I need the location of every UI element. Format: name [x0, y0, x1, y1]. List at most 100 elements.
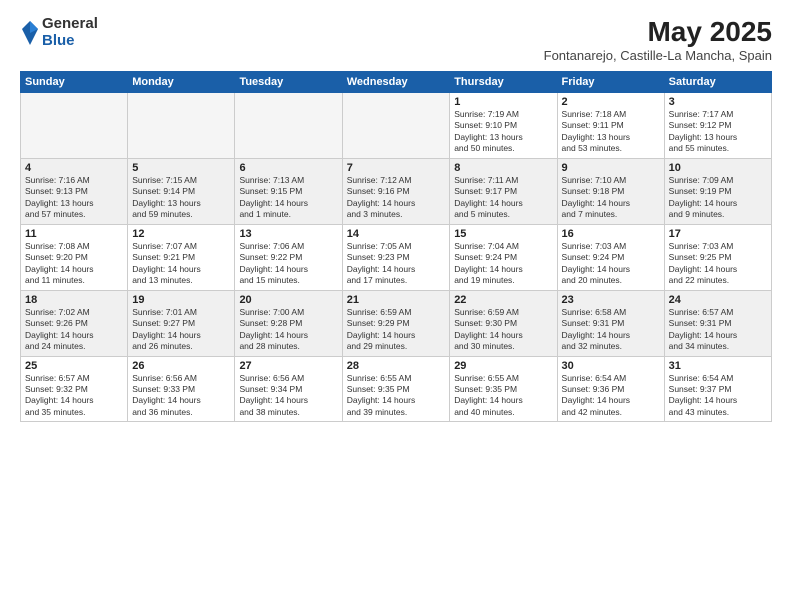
- day-info: Sunrise: 6:54 AM Sunset: 9:36 PM Dayligh…: [562, 373, 660, 419]
- day-number: 2: [562, 96, 660, 108]
- day-number: 5: [132, 162, 230, 174]
- day-number: 31: [669, 360, 767, 372]
- calendar-cell: 15Sunrise: 7:04 AM Sunset: 9:24 PM Dayli…: [450, 224, 557, 290]
- calendar-cell: [342, 93, 449, 159]
- day-number: 16: [562, 228, 660, 240]
- month-title: May 2025: [544, 16, 772, 48]
- day-info: Sunrise: 6:55 AM Sunset: 9:35 PM Dayligh…: [347, 373, 445, 419]
- logo: General Blue: [20, 16, 98, 49]
- calendar-cell: 25Sunrise: 6:57 AM Sunset: 9:32 PM Dayli…: [21, 356, 128, 422]
- day-number: 9: [562, 162, 660, 174]
- day-number: 22: [454, 294, 552, 306]
- calendar-cell: 18Sunrise: 7:02 AM Sunset: 9:26 PM Dayli…: [21, 290, 128, 356]
- calendar-table: Sunday Monday Tuesday Wednesday Thursday…: [20, 71, 772, 422]
- day-number: 18: [25, 294, 123, 306]
- day-info: Sunrise: 7:03 AM Sunset: 9:25 PM Dayligh…: [669, 241, 767, 287]
- day-info: Sunrise: 7:03 AM Sunset: 9:24 PM Dayligh…: [562, 241, 660, 287]
- day-info: Sunrise: 7:11 AM Sunset: 9:17 PM Dayligh…: [454, 175, 552, 221]
- day-info: Sunrise: 7:12 AM Sunset: 9:16 PM Dayligh…: [347, 175, 445, 221]
- calendar-cell: [235, 93, 342, 159]
- day-number: 20: [239, 294, 337, 306]
- day-info: Sunrise: 6:59 AM Sunset: 9:29 PM Dayligh…: [347, 307, 445, 353]
- calendar-cell: 10Sunrise: 7:09 AM Sunset: 9:19 PM Dayli…: [664, 158, 771, 224]
- calendar-cell: 7Sunrise: 7:12 AM Sunset: 9:16 PM Daylig…: [342, 158, 449, 224]
- day-info: Sunrise: 6:58 AM Sunset: 9:31 PM Dayligh…: [562, 307, 660, 353]
- calendar-cell: 12Sunrise: 7:07 AM Sunset: 9:21 PM Dayli…: [128, 224, 235, 290]
- logo-blue-text: Blue: [42, 33, 98, 50]
- day-number: 6: [239, 162, 337, 174]
- calendar-cell: 16Sunrise: 7:03 AM Sunset: 9:24 PM Dayli…: [557, 224, 664, 290]
- header-sunday: Sunday: [21, 72, 128, 93]
- header-friday: Friday: [557, 72, 664, 93]
- day-number: 8: [454, 162, 552, 174]
- calendar-cell: 5Sunrise: 7:15 AM Sunset: 9:14 PM Daylig…: [128, 158, 235, 224]
- calendar-cell: 4Sunrise: 7:16 AM Sunset: 9:13 PM Daylig…: [21, 158, 128, 224]
- calendar-week-row-3: 11Sunrise: 7:08 AM Sunset: 9:20 PM Dayli…: [21, 224, 772, 290]
- day-number: 30: [562, 360, 660, 372]
- page: General Blue May 2025 Fontanarejo, Casti…: [0, 0, 792, 612]
- calendar-cell: [128, 93, 235, 159]
- calendar-cell: 26Sunrise: 6:56 AM Sunset: 9:33 PM Dayli…: [128, 356, 235, 422]
- calendar-cell: 20Sunrise: 7:00 AM Sunset: 9:28 PM Dayli…: [235, 290, 342, 356]
- calendar-cell: 31Sunrise: 6:54 AM Sunset: 9:37 PM Dayli…: [664, 356, 771, 422]
- day-number: 1: [454, 96, 552, 108]
- day-info: Sunrise: 7:10 AM Sunset: 9:18 PM Dayligh…: [562, 175, 660, 221]
- calendar-header-row: Sunday Monday Tuesday Wednesday Thursday…: [21, 72, 772, 93]
- day-info: Sunrise: 7:16 AM Sunset: 9:13 PM Dayligh…: [25, 175, 123, 221]
- day-info: Sunrise: 7:04 AM Sunset: 9:24 PM Dayligh…: [454, 241, 552, 287]
- day-info: Sunrise: 7:08 AM Sunset: 9:20 PM Dayligh…: [25, 241, 123, 287]
- location-subtitle: Fontanarejo, Castille-La Mancha, Spain: [544, 48, 772, 63]
- logo-icon: [20, 19, 40, 47]
- day-number: 14: [347, 228, 445, 240]
- calendar-cell: 13Sunrise: 7:06 AM Sunset: 9:22 PM Dayli…: [235, 224, 342, 290]
- day-info: Sunrise: 7:01 AM Sunset: 9:27 PM Dayligh…: [132, 307, 230, 353]
- day-number: 19: [132, 294, 230, 306]
- day-info: Sunrise: 7:02 AM Sunset: 9:26 PM Dayligh…: [25, 307, 123, 353]
- calendar-cell: 29Sunrise: 6:55 AM Sunset: 9:35 PM Dayli…: [450, 356, 557, 422]
- calendar-cell: 3Sunrise: 7:17 AM Sunset: 9:12 PM Daylig…: [664, 93, 771, 159]
- day-info: Sunrise: 6:56 AM Sunset: 9:33 PM Dayligh…: [132, 373, 230, 419]
- day-number: 4: [25, 162, 123, 174]
- day-number: 29: [454, 360, 552, 372]
- day-number: 7: [347, 162, 445, 174]
- day-number: 21: [347, 294, 445, 306]
- day-info: Sunrise: 6:56 AM Sunset: 9:34 PM Dayligh…: [239, 373, 337, 419]
- day-number: 15: [454, 228, 552, 240]
- calendar-cell: 17Sunrise: 7:03 AM Sunset: 9:25 PM Dayli…: [664, 224, 771, 290]
- day-info: Sunrise: 7:06 AM Sunset: 9:22 PM Dayligh…: [239, 241, 337, 287]
- calendar-cell: 22Sunrise: 6:59 AM Sunset: 9:30 PM Dayli…: [450, 290, 557, 356]
- header-tuesday: Tuesday: [235, 72, 342, 93]
- day-number: 17: [669, 228, 767, 240]
- day-info: Sunrise: 7:17 AM Sunset: 9:12 PM Dayligh…: [669, 109, 767, 155]
- day-number: 11: [25, 228, 123, 240]
- calendar-cell: 11Sunrise: 7:08 AM Sunset: 9:20 PM Dayli…: [21, 224, 128, 290]
- calendar-week-row-4: 18Sunrise: 7:02 AM Sunset: 9:26 PM Dayli…: [21, 290, 772, 356]
- logo-general-text: General: [42, 16, 98, 33]
- day-number: 24: [669, 294, 767, 306]
- day-info: Sunrise: 6:57 AM Sunset: 9:32 PM Dayligh…: [25, 373, 123, 419]
- calendar-cell: 14Sunrise: 7:05 AM Sunset: 9:23 PM Dayli…: [342, 224, 449, 290]
- header-saturday: Saturday: [664, 72, 771, 93]
- day-number: 12: [132, 228, 230, 240]
- calendar-cell: 9Sunrise: 7:10 AM Sunset: 9:18 PM Daylig…: [557, 158, 664, 224]
- day-info: Sunrise: 7:15 AM Sunset: 9:14 PM Dayligh…: [132, 175, 230, 221]
- calendar-cell: 28Sunrise: 6:55 AM Sunset: 9:35 PM Dayli…: [342, 356, 449, 422]
- calendar-cell: 27Sunrise: 6:56 AM Sunset: 9:34 PM Dayli…: [235, 356, 342, 422]
- day-info: Sunrise: 6:57 AM Sunset: 9:31 PM Dayligh…: [669, 307, 767, 353]
- day-number: 25: [25, 360, 123, 372]
- calendar-cell: [21, 93, 128, 159]
- header-wednesday: Wednesday: [342, 72, 449, 93]
- header: General Blue May 2025 Fontanarejo, Casti…: [20, 16, 772, 63]
- day-number: 26: [132, 360, 230, 372]
- day-info: Sunrise: 7:13 AM Sunset: 9:15 PM Dayligh…: [239, 175, 337, 221]
- day-info: Sunrise: 7:07 AM Sunset: 9:21 PM Dayligh…: [132, 241, 230, 287]
- calendar-cell: 2Sunrise: 7:18 AM Sunset: 9:11 PM Daylig…: [557, 93, 664, 159]
- calendar-cell: 30Sunrise: 6:54 AM Sunset: 9:36 PM Dayli…: [557, 356, 664, 422]
- day-number: 27: [239, 360, 337, 372]
- day-number: 13: [239, 228, 337, 240]
- day-info: Sunrise: 6:55 AM Sunset: 9:35 PM Dayligh…: [454, 373, 552, 419]
- day-info: Sunrise: 7:19 AM Sunset: 9:10 PM Dayligh…: [454, 109, 552, 155]
- calendar-cell: 19Sunrise: 7:01 AM Sunset: 9:27 PM Dayli…: [128, 290, 235, 356]
- header-monday: Monday: [128, 72, 235, 93]
- day-number: 23: [562, 294, 660, 306]
